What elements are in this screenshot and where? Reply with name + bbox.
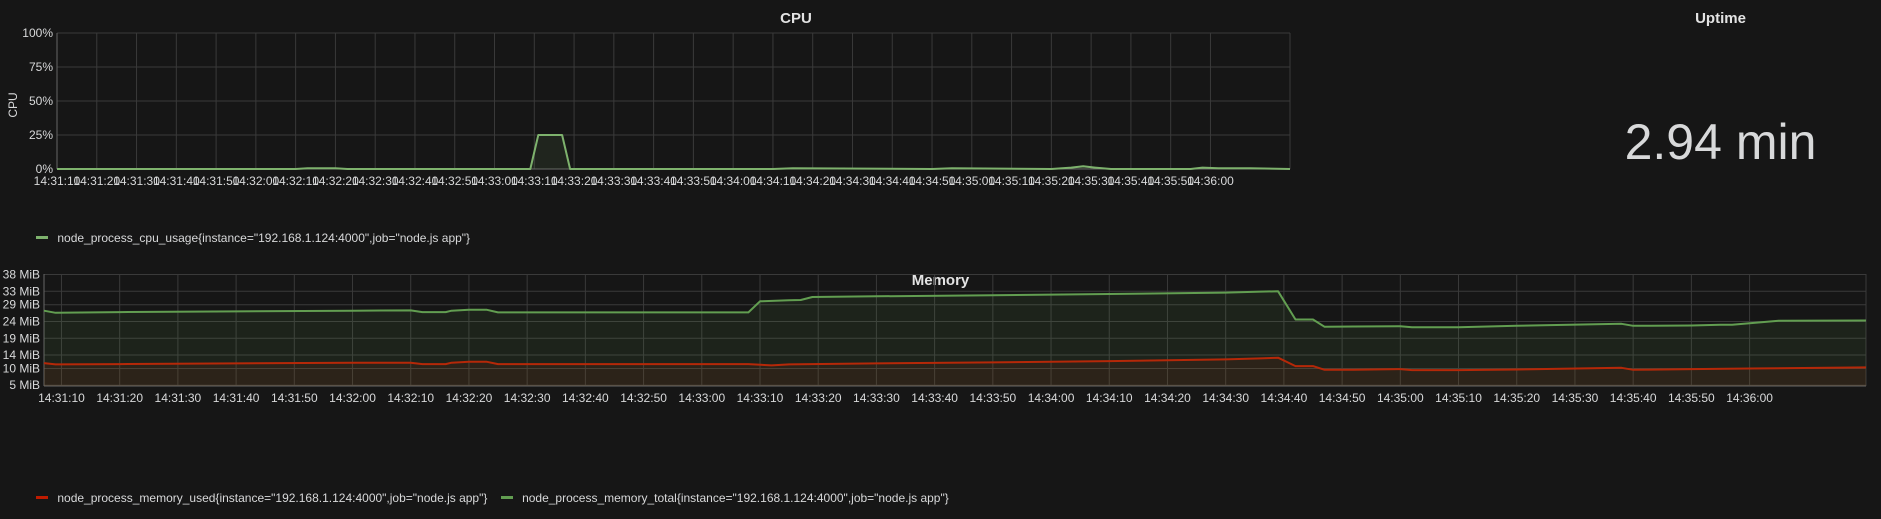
- x-tick-label: 14:31:40: [213, 391, 260, 405]
- cpu-series-line: [57, 134, 1291, 170]
- x-tick-label: 14:34:50: [1319, 391, 1366, 405]
- x-tick-label: 14:34:30: [1202, 391, 1249, 405]
- uptime-panel-title[interactable]: Uptime: [1560, 10, 1881, 27]
- uptime-panel: Uptime 2.94 min: [1560, 0, 1881, 250]
- x-tick-label: 14:35:00: [1377, 391, 1424, 405]
- cpu-y-axis-label: CPU: [6, 92, 20, 117]
- x-tick-label: 14:33:00: [678, 391, 725, 405]
- memory-total-legend-item[interactable]: node_process_memory_total{instance="192.…: [500, 491, 949, 505]
- memory-total-legend-swatch: [500, 496, 513, 500]
- x-tick-label: 14:32:50: [620, 391, 667, 405]
- y-tick-label: 50%: [29, 94, 53, 108]
- x-tick-label: 14:34:20: [1144, 391, 1191, 405]
- y-tick-label: 25%: [29, 128, 53, 142]
- y-tick-label: 10 MiB: [3, 361, 40, 375]
- cpu-legend-swatch: [36, 236, 48, 240]
- x-tick-label: 14:33:40: [911, 391, 958, 405]
- x-tick-label: 14:32:20: [446, 391, 493, 405]
- x-tick-label: 14:31:50: [271, 391, 318, 405]
- memory-used-legend-swatch: [36, 496, 48, 500]
- x-tick-label: 14:33:20: [795, 391, 842, 405]
- memory-used-legend-item[interactable]: node_process_memory_used{instance="192.1…: [36, 491, 487, 505]
- x-tick-label: 14:35:50: [1668, 391, 1715, 405]
- x-tick-label: 14:34:40: [1261, 391, 1308, 405]
- x-tick-label: 14:33:50: [969, 391, 1016, 405]
- x-tick-label: 14:31:10: [38, 391, 85, 405]
- y-tick-label: 24 MiB: [3, 314, 40, 328]
- x-tick-label: 14:35:40: [1610, 391, 1657, 405]
- memory-total-series-area: [44, 291, 1866, 386]
- memory-used-legend-label: node_process_memory_used{instance="192.1…: [57, 491, 488, 505]
- memory-chart[interactable]: 14:31:10 14:31:20 14:31:30 14:31:40 14:31:50…: [0, 262, 1881, 494]
- x-tick-label: 14:35:30: [1552, 391, 1599, 405]
- x-tick-label: 14:32:40: [562, 391, 609, 405]
- cpu-chart[interactable]: 14:31:1014:31:2014:31:3014:31:4014:31:50…: [0, 0, 1552, 220]
- y-tick-label: 5 MiB: [9, 378, 40, 392]
- y-tick-label: 29 MiB: [3, 298, 40, 312]
- x-tick-label: 14:36:00: [1726, 391, 1773, 405]
- cpu-legend-item[interactable]: node_process_cpu_usage{instance="192.168…: [36, 231, 470, 245]
- memory-legend: node_process_memory_used{instance="192.1…: [36, 491, 959, 505]
- x-tick-label: 14:32:30: [504, 391, 551, 405]
- y-tick-label: 14 MiB: [3, 348, 40, 362]
- x-tick-label: 14:33:10: [737, 391, 784, 405]
- y-tick-label: 75%: [29, 60, 53, 74]
- x-tick-label: 14:31:30: [155, 391, 202, 405]
- x-tick-label: 14:35:20: [1493, 391, 1540, 405]
- uptime-value: 2.94 min: [1624, 114, 1817, 170]
- x-tick-label: 14:31:20: [96, 391, 143, 405]
- x-tick-label: 14:36:00: [1187, 174, 1234, 188]
- x-tick-label: 14:32:00: [329, 391, 376, 405]
- x-tick-label: 14:35:10: [1435, 391, 1482, 405]
- cpu-panel: CPU 14:31:10 14:31:20 14:31:30 14:31:40 14:3…: [0, 0, 1552, 250]
- y-tick-label: 33 MiB: [3, 284, 40, 298]
- y-tick-label: 38 MiB: [3, 268, 40, 282]
- cpu-legend: node_process_cpu_usage{instance="192.168…: [36, 231, 480, 245]
- x-tick-label: 14:32:10: [387, 391, 434, 405]
- x-tick-label: 14:33:30: [853, 391, 900, 405]
- x-tick-label: 14:34:00: [1028, 391, 1075, 405]
- x-tick-label: 14:34:10: [1086, 391, 1133, 405]
- cpu-series-area: [57, 135, 1290, 169]
- memory-total-legend-label: node_process_memory_total{instance="192.…: [522, 491, 949, 505]
- memory-panel: Memory 14:31:10 14:31:20 14:31:30 14:31:40 1…: [0, 262, 1881, 519]
- y-tick-label: 19 MiB: [3, 331, 40, 345]
- cpu-legend-label: node_process_cpu_usage{instance="192.168…: [57, 231, 471, 245]
- y-tick-label: 0%: [36, 162, 54, 176]
- y-tick-label: 100%: [22, 26, 53, 40]
